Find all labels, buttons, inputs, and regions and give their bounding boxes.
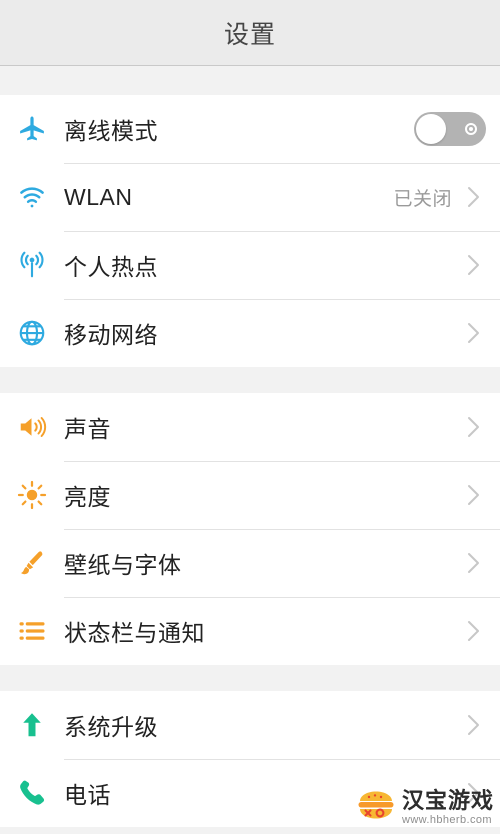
settings-row-wallpaper-font[interactable]: 壁纸与字体 bbox=[0, 529, 500, 597]
settings-row-label: 系统升级 bbox=[64, 714, 158, 740]
notification-lines-icon bbox=[0, 616, 64, 646]
globe-icon bbox=[0, 318, 64, 348]
chevron-right-icon bbox=[466, 550, 500, 576]
settings-row-label: 状态栏与通知 bbox=[64, 620, 205, 646]
hotspot-icon bbox=[0, 250, 64, 280]
toggle-knob bbox=[416, 114, 446, 144]
chevron-right-icon bbox=[466, 482, 500, 508]
chevron-right-icon bbox=[466, 780, 500, 806]
chevron-right-icon bbox=[466, 414, 500, 440]
group-spacer-2 bbox=[0, 665, 500, 691]
settings-row-label: 声音 bbox=[64, 416, 111, 442]
settings-group-network: 离线模式 WLAN 已关闭 个人热点 移动网络 bbox=[0, 95, 500, 367]
group-spacer-top bbox=[0, 66, 500, 95]
settings-group-system: 系统升级 电话 bbox=[0, 691, 500, 827]
brush-icon bbox=[0, 548, 64, 578]
settings-row-label: 亮度 bbox=[64, 484, 111, 510]
settings-row-wlan[interactable]: WLAN 已关闭 bbox=[0, 163, 500, 231]
chevron-right-icon bbox=[466, 320, 500, 346]
settings-row-airplane-mode[interactable]: 离线模式 bbox=[0, 95, 500, 163]
settings-row-system-update[interactable]: 系统升级 bbox=[0, 691, 500, 759]
settings-row-brightness[interactable]: 亮度 bbox=[0, 461, 500, 529]
settings-row-sound[interactable]: 声音 bbox=[0, 393, 500, 461]
chevron-right-icon bbox=[466, 252, 500, 278]
settings-group-display: 声音 亮度 壁纸与字体 状态栏与通知 bbox=[0, 393, 500, 665]
up-arrow-icon bbox=[0, 710, 64, 740]
chevron-right-icon bbox=[466, 618, 500, 644]
speaker-icon bbox=[0, 412, 64, 442]
wlan-status-value: 已关闭 bbox=[393, 188, 452, 210]
wifi-icon bbox=[0, 182, 64, 212]
airplane-mode-toggle[interactable] bbox=[414, 112, 486, 146]
settings-row-label: 移动网络 bbox=[64, 322, 158, 348]
airplane-icon bbox=[0, 114, 64, 144]
settings-row-label: WLAN bbox=[64, 183, 133, 210]
settings-row-label: 离线模式 bbox=[64, 118, 158, 144]
settings-row-label: 壁纸与字体 bbox=[64, 552, 182, 578]
sun-icon bbox=[0, 480, 64, 510]
settings-row-label: 电话 bbox=[64, 782, 111, 808]
settings-row-personal-hotspot[interactable]: 个人热点 bbox=[0, 231, 500, 299]
settings-row-phone[interactable]: 电话 bbox=[0, 759, 500, 827]
page-title: 设置 bbox=[223, 20, 276, 49]
chevron-right-icon bbox=[466, 184, 500, 210]
settings-row-mobile-network[interactable]: 移动网络 bbox=[0, 299, 500, 367]
chevron-right-icon bbox=[466, 712, 500, 738]
toggle-indicator-dot bbox=[465, 123, 477, 135]
page-header: 设置 bbox=[0, 0, 500, 66]
settings-row-statusbar-notifications[interactable]: 状态栏与通知 bbox=[0, 597, 500, 665]
phone-icon bbox=[0, 778, 64, 808]
group-spacer-1 bbox=[0, 367, 500, 393]
settings-row-label: 个人热点 bbox=[64, 254, 158, 280]
